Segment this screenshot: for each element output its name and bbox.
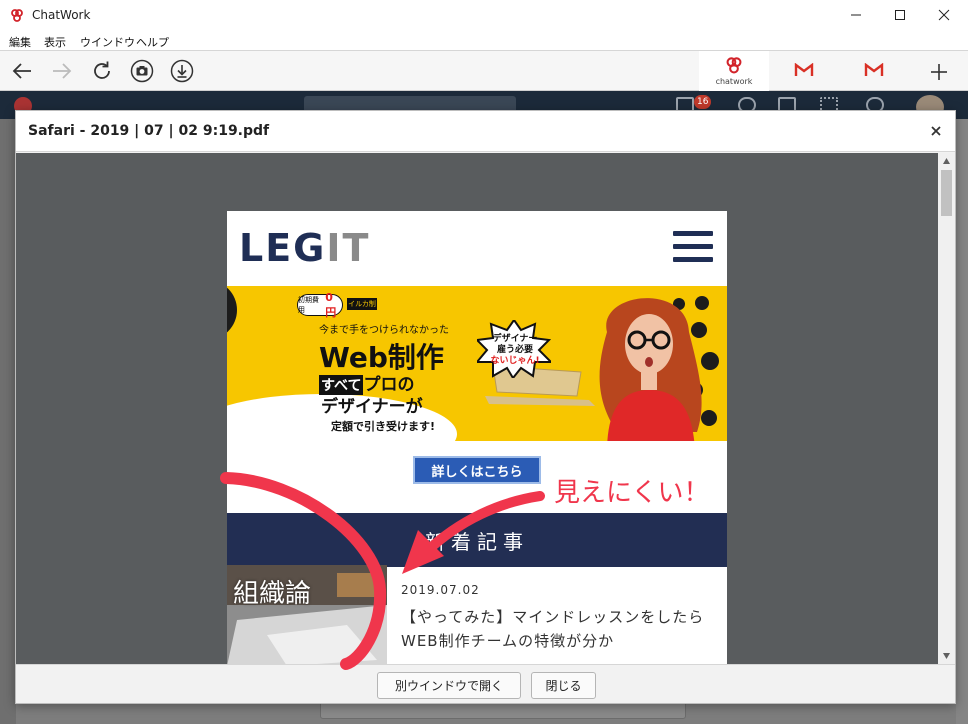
scroll-thumb[interactable] xyxy=(941,170,952,216)
modal-footer: 別ウインドウで開く 閉じる xyxy=(16,664,955,703)
chatwork-logo-icon xyxy=(11,9,23,22)
download-button[interactable] xyxy=(169,58,195,84)
maximize-button[interactable] xyxy=(878,0,922,30)
minimize-button[interactable] xyxy=(834,0,878,30)
logo-part1: LEG xyxy=(239,226,327,270)
woman-illustration xyxy=(599,298,702,441)
minimize-icon xyxy=(851,14,861,16)
scroll-up-icon[interactable] xyxy=(942,157,951,165)
article-category-label: 組織論 xyxy=(233,579,312,609)
chatwork-logo-icon xyxy=(726,56,742,73)
menu-bar: 編集 表示 ウインドウ ヘルプ xyxy=(0,32,968,51)
navigation-toolbar: chatwork xyxy=(0,51,968,91)
service-tab-chatwork[interactable]: chatwork xyxy=(699,51,769,91)
service-tab-label: chatwork xyxy=(715,76,753,86)
viewer-scrollbar[interactable] xyxy=(938,153,955,664)
forward-button[interactable] xyxy=(49,58,75,84)
banner-line5: 定額で引き受けます! xyxy=(331,420,436,433)
camera-icon xyxy=(130,59,154,83)
window-title: ChatWork xyxy=(32,8,91,22)
banner-decoration xyxy=(227,286,237,340)
annotation-text: 見えにくい！ xyxy=(554,478,710,508)
site-logo: LEGIT xyxy=(239,226,370,270)
modal-close-button[interactable] xyxy=(928,123,944,139)
service-tab-gmail-2[interactable] xyxy=(839,51,909,91)
close-icon xyxy=(931,126,941,136)
service-tab-gmail-1[interactable] xyxy=(769,51,839,91)
details-button: 詳しくはこちら xyxy=(413,456,541,484)
reload-icon xyxy=(94,61,110,79)
menu-edit[interactable]: 編集 xyxy=(9,34,31,50)
close-modal-button[interactable]: 閉じる xyxy=(531,672,596,699)
menu-help[interactable]: ヘルプ xyxy=(136,34,169,50)
new-articles-header: 新着記事 xyxy=(227,513,727,567)
background-right-panel xyxy=(956,119,968,724)
article-date: 2019.07.02 xyxy=(401,583,480,597)
add-service-button[interactable] xyxy=(924,59,954,85)
window-close-button[interactable] xyxy=(922,0,966,30)
reload-button[interactable] xyxy=(89,58,115,84)
speech-burst-text: デザイナー 雇う必要 ないじゃん! xyxy=(490,334,540,366)
notification-badge: 16 xyxy=(694,95,712,109)
maximize-icon xyxy=(895,10,905,20)
banner-subtitle: 今まで手をつけられなかった xyxy=(319,325,449,336)
plus-icon xyxy=(931,64,947,80)
gmail-icon xyxy=(794,63,814,76)
menu-window[interactable]: ウインドウ xyxy=(80,34,135,50)
menu-view[interactable]: 表示 xyxy=(44,34,66,50)
hamburger-menu-icon xyxy=(673,231,713,263)
banner-brand-tag: イルカ制作所 xyxy=(347,298,377,320)
background-sidebar xyxy=(0,119,16,724)
modal-title: Safari - 2019 | 07 | 02 9:19.pdf xyxy=(28,123,270,139)
screenshot-button[interactable] xyxy=(129,58,155,84)
pdf-preview-modal: Safari - 2019 | 07 | 02 9:19.pdf LEGIT 初… xyxy=(15,110,956,704)
window-titlebar: ChatWork xyxy=(0,0,968,32)
open-in-new-window-button[interactable]: 別ウインドウで開く xyxy=(377,672,521,699)
article-thumbnail: 組織論 xyxy=(227,565,387,664)
promo-banner: 初期費用 0円 イルカ制作所 今まで手をつけられなかった Web制作 すべて プロの… xyxy=(227,286,727,441)
pdf-viewer[interactable]: LEGIT 初期費用 0円 イルカ制作所 今まで手をつけられなかった Web制作… xyxy=(16,153,955,664)
back-button[interactable] xyxy=(9,58,35,84)
modal-header: Safari - 2019 | 07 | 02 9:19.pdf xyxy=(16,111,955,152)
logo-part2: IT xyxy=(326,226,371,270)
article-title: 【やってみた】マインドレッスンをしたらWEB制作チームの特徴が分か xyxy=(401,608,705,650)
banner-price-badge: 初期費用 0円 xyxy=(297,291,343,319)
scroll-down-icon[interactable] xyxy=(942,652,951,660)
pdf-page: LEGIT 初期費用 0円 イルカ制作所 今まで手をつけられなかった Web制作… xyxy=(227,211,727,664)
banner-line4: デザイナーが xyxy=(321,397,423,417)
download-icon xyxy=(170,59,194,83)
arrow-left-icon xyxy=(12,63,31,79)
gmail-icon xyxy=(864,63,884,76)
arrow-right-icon xyxy=(53,63,72,79)
close-icon xyxy=(938,9,950,21)
